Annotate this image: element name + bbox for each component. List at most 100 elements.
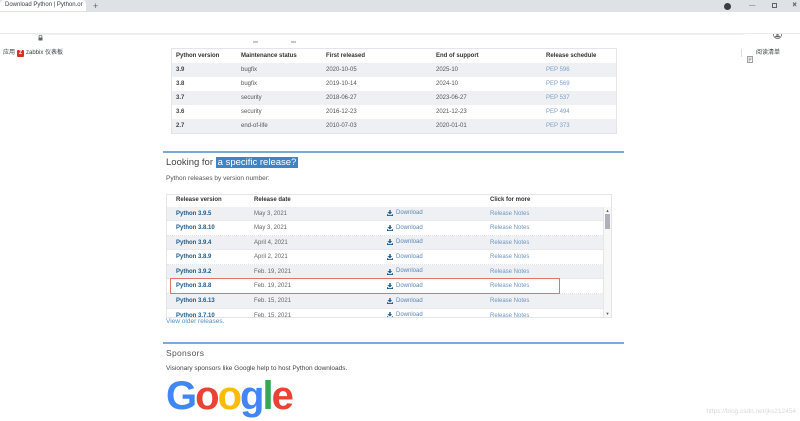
first-released-cell: 2020-10-05	[326, 63, 436, 77]
release-notes-link[interactable]: Release Notes	[490, 250, 605, 264]
version-cell: 3.6	[172, 105, 241, 119]
release-notes-link[interactable]: Release Notes	[490, 236, 605, 250]
release-notes-link[interactable]: Release Notes	[490, 265, 605, 279]
apps-bookmark[interactable]: 应用	[3, 48, 15, 58]
download-link[interactable]: Download	[387, 236, 490, 250]
release-date: April 2, 2021	[254, 250, 387, 264]
download-icon	[387, 239, 393, 245]
release-date: April 4, 2021	[254, 236, 387, 250]
google-letter: e	[272, 374, 292, 418]
scrollbar-thumb[interactable]	[605, 214, 610, 229]
scroll-up-icon[interactable]: ▲	[604, 208, 611, 213]
release-date: May 3, 2021	[254, 207, 387, 221]
download-link[interactable]: Download	[387, 250, 490, 264]
scroll-down-icon[interactable]: ▼	[604, 311, 611, 316]
google-letter: o	[218, 374, 240, 418]
col-click-for-more: Click for more	[490, 195, 611, 207]
browser-tab[interactable]: Download Python | Python.or ✕	[0, 0, 86, 11]
release-notes-link[interactable]: Release Notes	[490, 294, 605, 308]
version-cell: 3.9	[172, 63, 241, 77]
google-logo[interactable]: Google	[166, 374, 292, 418]
download-icon	[387, 312, 393, 316]
status-cell: bugfix	[241, 63, 326, 77]
col-end-of-support: End of support	[436, 49, 546, 63]
status-cell: security	[241, 105, 326, 119]
google-letter: l	[262, 374, 271, 418]
release-version-link[interactable]: Python 3.9.4	[167, 236, 254, 250]
zabbix-favicon: Z	[17, 50, 24, 57]
versions-table-header: Python version Maintenance status First …	[172, 49, 616, 63]
sponsors-description: Visionary sponsors like Google help to h…	[166, 365, 347, 372]
table-row: 3.9 bugfix 2020-10-05 2025-10 PEP 596	[172, 63, 616, 77]
cutoff-text-fragment	[291, 41, 296, 43]
releases-table: Release version Release date Click for m…	[166, 194, 612, 318]
google-letter: G	[166, 374, 195, 418]
release-notes-link[interactable]: Release Notes	[490, 221, 605, 235]
table-row: 2.7 end-of-life 2010-07-03 2020-01-01 PE…	[172, 119, 616, 133]
download-icon	[387, 298, 393, 304]
release-date: Feb. 15, 2021	[254, 294, 387, 308]
pep-link[interactable]: PEP 596	[546, 63, 616, 77]
download-link[interactable]: Download	[387, 294, 490, 308]
release-version-link[interactable]: Python 3.9.2	[167, 265, 254, 279]
releases-table-header: Release version Release date Click for m…	[167, 195, 611, 207]
col-download	[387, 195, 490, 207]
download-icon	[387, 210, 393, 216]
version-cell: 3.7	[172, 91, 241, 105]
release-row: Python 3.9.5 May 3, 2021 Download Releas…	[167, 207, 605, 222]
release-row: Python 3.6.13 Feb. 15, 2021 Download Rel…	[167, 294, 605, 309]
looking-for-heading: Looking for a specific release?	[166, 156, 298, 169]
profile-avatar-icon[interactable]	[724, 3, 731, 10]
releases-subheading: Python releases by version number:	[166, 175, 270, 182]
col-python-version: Python version	[172, 49, 241, 63]
window-maximize-button[interactable]	[772, 3, 777, 8]
status-cell: bugfix	[241, 77, 326, 91]
zabbix-bookmark[interactable]: zabbix 仪表板	[26, 48, 63, 58]
release-version-link[interactable]: Python 3.6.13	[167, 294, 254, 308]
release-version-link[interactable]: Python 3.8.9	[167, 250, 254, 264]
release-date: Feb. 19, 2021	[254, 265, 387, 279]
csdn-watermark: https://blog.csdn.net/jks212454	[706, 408, 796, 415]
pep-link[interactable]: PEP 494	[546, 105, 616, 119]
end-of-support-cell: 2021-12-23	[436, 105, 546, 119]
view-older-releases-link[interactable]: View older releases.	[166, 318, 224, 325]
pep-link[interactable]: PEP 537	[546, 91, 616, 105]
table-row: 3.6 security 2016-12-23 2021-12-23 PEP 4…	[172, 105, 616, 119]
col-release-schedule: Release schedule	[546, 49, 616, 63]
download-icon	[387, 225, 393, 231]
release-version-link[interactable]: Python 3.9.5	[167, 207, 254, 221]
new-tab-button[interactable]: +	[93, 0, 98, 12]
pep-link[interactable]: PEP 569	[546, 77, 616, 91]
section-divider	[163, 151, 624, 153]
bookmarks-divider	[741, 49, 742, 57]
bookmarks-bar: 应用 Z zabbix 仪表板 阅读清单	[0, 24, 800, 34]
browser-titlebar: Download Python | Python.or ✕ + — ✕	[0, 0, 800, 12]
first-released-cell: 2010-07-03	[326, 119, 436, 133]
first-released-cell: 2018-06-27	[326, 91, 436, 105]
first-released-cell: 2016-12-23	[326, 105, 436, 119]
release-date: May 3, 2021	[254, 221, 387, 235]
browser-addressbar: ← ⟳ python.org/downloads/ 文 ☆	[0, 12, 800, 24]
pep-link[interactable]: PEP 373	[546, 119, 616, 133]
reading-list-icon[interactable]	[747, 50, 753, 68]
table-scrollbar[interactable]: ▲ ▼	[603, 207, 611, 317]
download-link[interactable]: Download	[387, 207, 490, 221]
reading-list-label[interactable]: 阅读清单	[756, 48, 780, 58]
download-link[interactable]: Download	[387, 265, 490, 279]
release-row: Python 3.9.4 April 4, 2021 Download Rele…	[167, 236, 605, 251]
release-row: Python 3.7.10 Feb. 15, 2021 Download Rel…	[167, 309, 605, 317]
release-version-link[interactable]: Python 3.8.10	[167, 221, 254, 235]
release-notes-link[interactable]: Release Notes	[490, 207, 605, 221]
end-of-support-cell: 2025-10	[436, 63, 546, 77]
release-row: Python 3.8.9 April 2, 2021 Download Rele…	[167, 250, 605, 265]
download-link[interactable]: Download	[387, 309, 490, 317]
window-close-button[interactable]: ✕	[792, 0, 797, 11]
download-link[interactable]: Download	[387, 221, 490, 235]
status-cell: end-of-life	[241, 119, 326, 133]
release-version-link[interactable]: Python 3.7.10	[167, 309, 254, 317]
window-minimize-button[interactable]: —	[749, 0, 756, 11]
col-release-version: Release version	[167, 195, 254, 207]
release-notes-link[interactable]: Release Notes	[490, 309, 605, 317]
col-maintenance-status: Maintenance status	[241, 49, 326, 63]
table-row: 3.8 bugfix 2019-10-14 2024-10 PEP 569	[172, 77, 616, 91]
